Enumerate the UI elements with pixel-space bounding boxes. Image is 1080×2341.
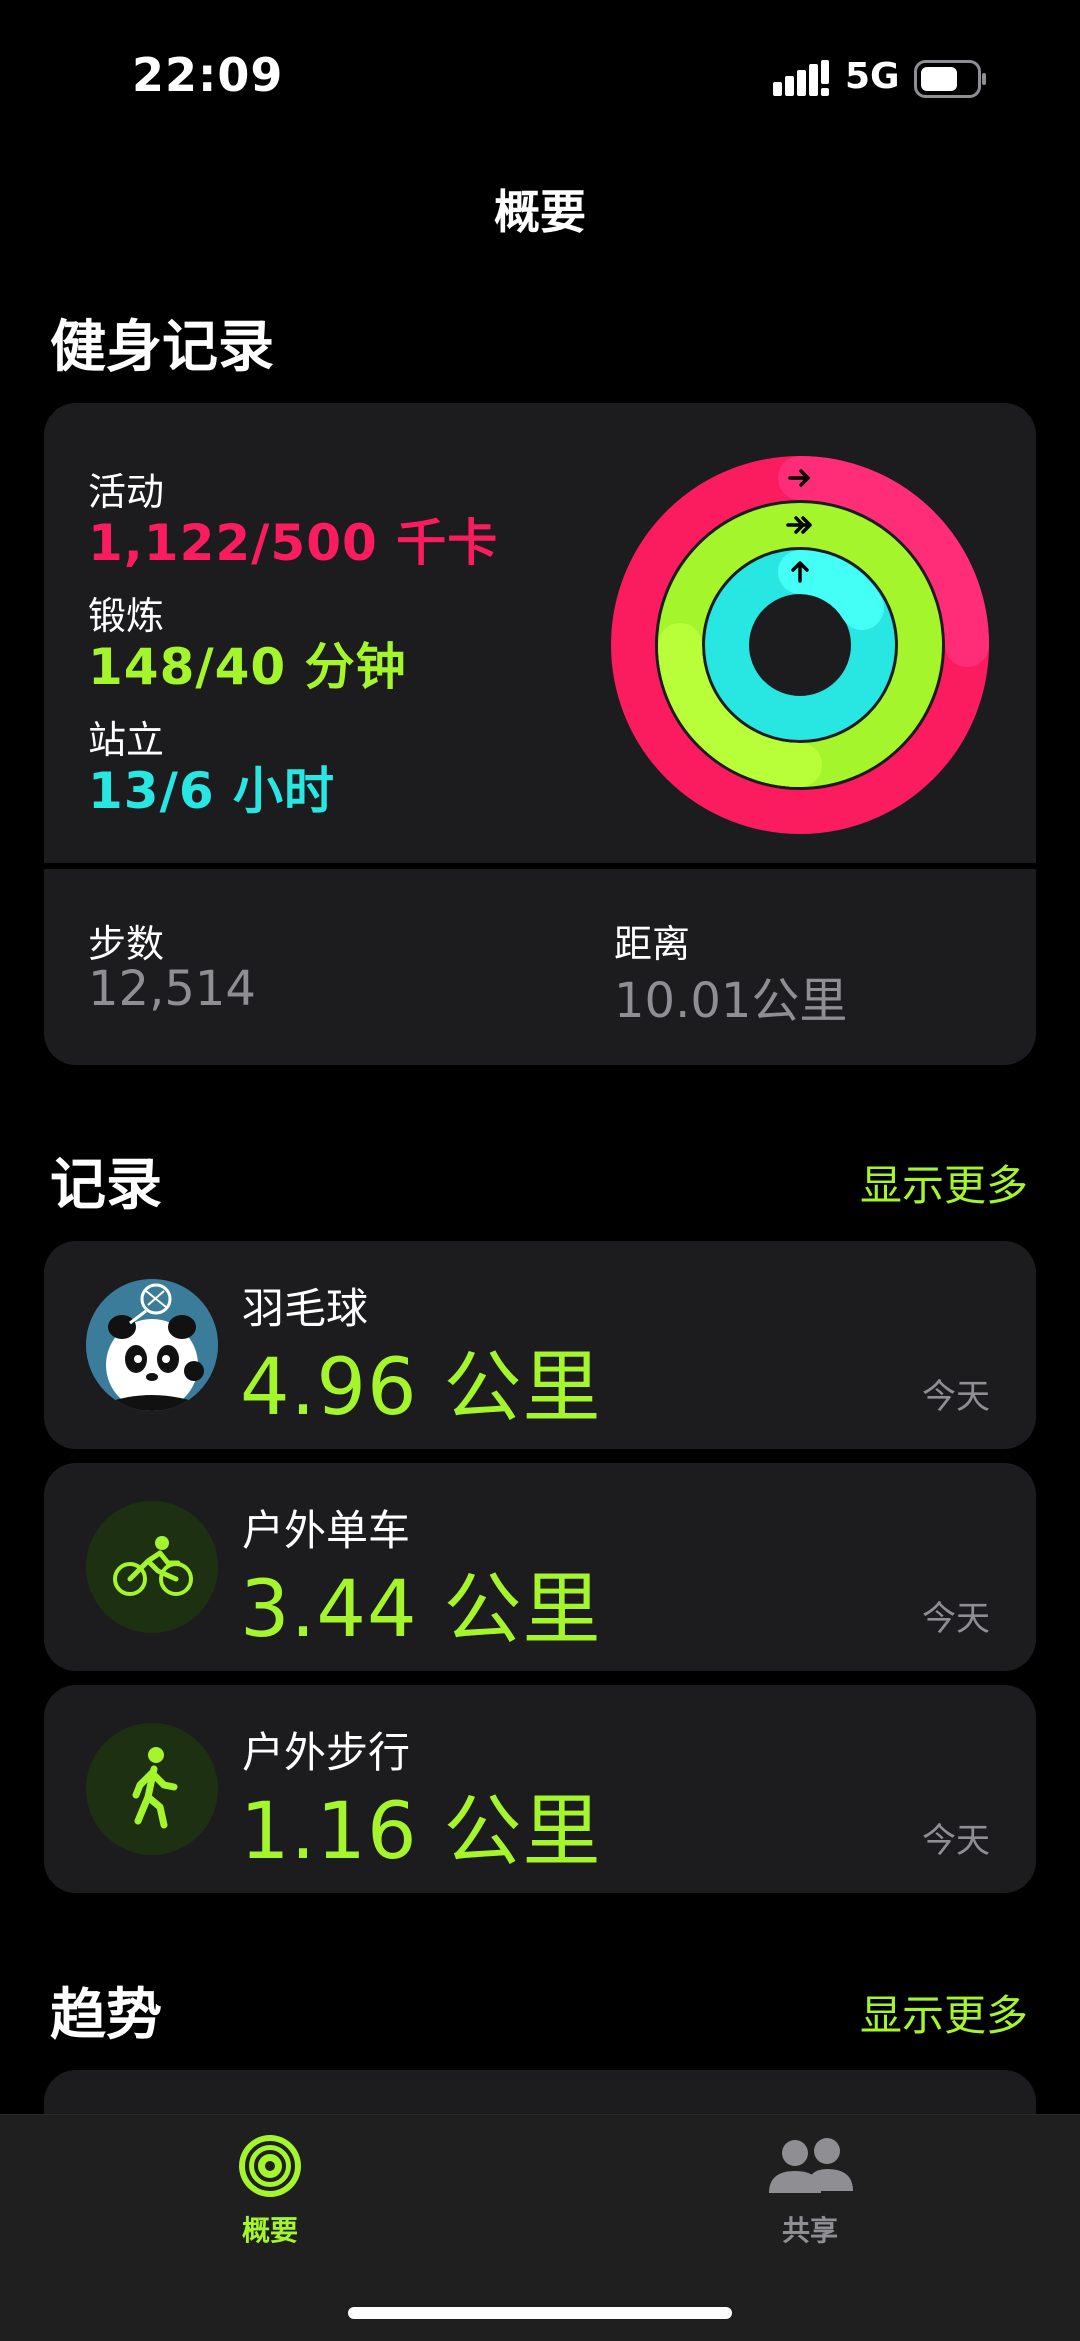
workout-item-outdoor-cycling[interactable]: 户外单车 3.44 公里 今天 — [44, 1463, 1036, 1671]
trends-section-title: 趋势 — [50, 1983, 162, 2048]
activity-rings-icon — [239, 2135, 301, 2197]
tab-sharing[interactable]: 共享 — [710, 2131, 910, 2281]
steps-label: 步数 — [88, 922, 165, 966]
workout-item-outdoor-walking[interactable]: 户外步行 1.16 公里 今天 — [44, 1685, 1036, 1893]
workout-item-badminton[interactable]: 羽毛球 4.96 公里 今天 — [44, 1241, 1036, 1449]
home-indicator[interactable] — [348, 2307, 732, 2319]
activity-rings-summary: 活动 1,122/500 千卡 锻炼 148/40 分钟 站立 13/6 小时 — [44, 403, 1036, 863]
steps-value: 12,514 — [88, 961, 256, 1017]
workout-distance: 4.96 公里 — [240, 1343, 602, 1433]
workout-date: 今天 — [922, 1599, 990, 1639]
distance-label: 距离 — [614, 922, 691, 966]
signal-icon — [773, 60, 829, 96]
page-title: 概要 — [494, 185, 586, 239]
stand-ring-overlap — [778, 550, 884, 630]
status-bar: 22:09 5G — [0, 0, 1080, 160]
summary-divider — [44, 863, 1036, 869]
distance-value: 10.01公里 — [614, 973, 848, 1029]
workouts-show-more-link[interactable]: 显示更多 — [860, 1152, 1028, 1213]
workouts-section-title: 记录 — [50, 1153, 162, 1218]
network-label: 5G — [845, 56, 900, 97]
activity-rings — [611, 456, 989, 834]
tab-sharing-label: 共享 — [781, 2214, 838, 2247]
cycling-icon — [86, 1501, 218, 1633]
trends-show-more-link[interactable]: 显示更多 — [860, 1982, 1028, 2043]
workout-distance: 1.16 公里 — [240, 1787, 602, 1877]
tab-summary-label: 概要 — [241, 2214, 298, 2247]
stand-value: 13/6 小时 — [88, 762, 336, 820]
workout-date: 今天 — [922, 1821, 990, 1861]
walking-icon — [86, 1723, 218, 1855]
workout-distance: 3.44 公里 — [240, 1565, 602, 1655]
people-icon — [769, 2138, 853, 2193]
battery-icon — [914, 60, 986, 98]
activity-summary-card[interactable]: 活动 1,122/500 千卡 锻炼 148/40 分钟 站立 13/6 小时 — [44, 403, 1036, 1065]
workout-date: 今天 — [922, 1377, 990, 1417]
exercise-value: 148/40 分钟 — [88, 638, 407, 696]
status-time: 22:09 — [132, 48, 284, 102]
fitness-section-title: 健身记录 — [50, 315, 274, 380]
panda-avatar-icon — [86, 1279, 218, 1411]
move-value: 1,122/500 千卡 — [88, 514, 499, 572]
tab-summary[interactable]: 概要 — [170, 2131, 370, 2281]
